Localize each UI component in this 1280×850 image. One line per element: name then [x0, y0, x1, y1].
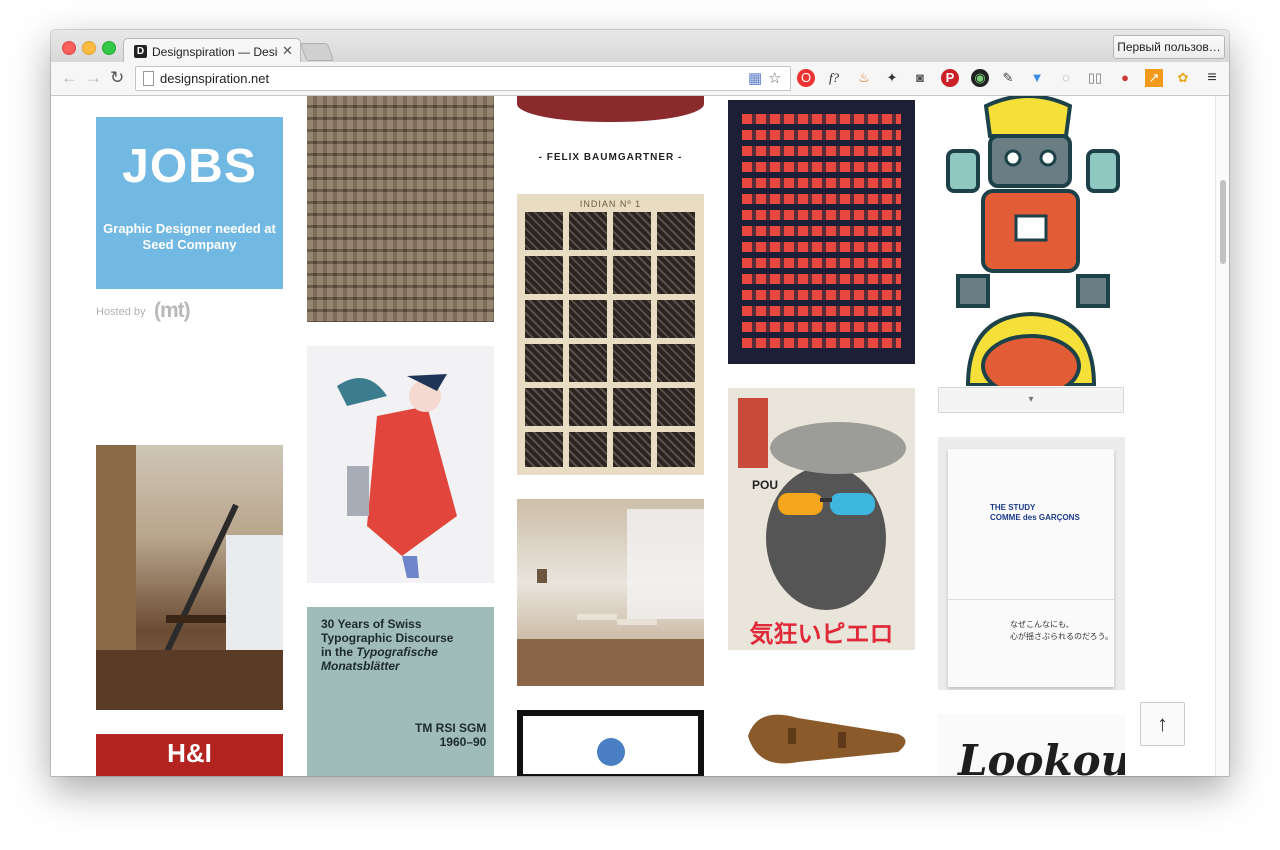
new-tab-button[interactable]	[299, 43, 335, 61]
leather-guitar-case-image[interactable]	[728, 696, 915, 776]
cafe-interior-image[interactable]	[517, 499, 704, 686]
lookout-lettering-image[interactable]: Lookout	[938, 714, 1125, 776]
book-cover: THE STUDY COMME des GARÇONS なぜこんなにも、 心が揺…	[948, 449, 1114, 687]
swiss-book-line3-italic: Typografische	[356, 645, 438, 659]
indian-ornament-plate-image[interactable]: INDIAN Nº 1	[517, 194, 704, 475]
swiss-typography-book-image[interactable]: 30 Years of Swiss Typographic Discourse …	[307, 607, 494, 776]
swiss-book-title: 30 Years of Swiss Typographic Discourse …	[321, 617, 453, 673]
felix-baumgartner-image[interactable]: - FELIX BAUMGARTNER -	[517, 96, 704, 174]
hal-logo-image[interactable]: H&I	[96, 734, 283, 776]
title-bar: D Designspiration — Design ✕ Первый поль…	[51, 30, 1229, 64]
guitar-case-illustration	[748, 714, 906, 764]
robot-illustration-image[interactable]	[938, 96, 1125, 386]
fire-icon[interactable]: ♨	[855, 69, 873, 87]
mediatemple-logo[interactable]: (mt)	[154, 299, 191, 323]
pierrot-jp-title: 気狂いピエロ	[749, 621, 894, 648]
translate-icon[interactable]: ▦	[748, 69, 762, 87]
swiss-book-line4: Monatsblätter	[321, 659, 400, 673]
paper-art-figure-image[interactable]	[307, 346, 494, 583]
reader-icon[interactable]: ▯▯	[1086, 69, 1104, 87]
refresh-circle-icon[interactable]: ◌	[1057, 69, 1075, 87]
swiss-book-line3: in the	[321, 645, 353, 659]
pierrot-le-fou-poster-image[interactable]: POU 気狂いピエロ	[728, 388, 915, 650]
paper-figure-illustration	[337, 374, 457, 578]
paw-icon[interactable]: ✿	[1174, 69, 1192, 87]
profile-button[interactable]: Первый пользов…	[1113, 35, 1225, 59]
forward-button[interactable]: →	[85, 68, 102, 88]
comme-book-line2: COMME des GARÇONS	[990, 513, 1080, 522]
comme-des-garcons-book-image[interactable]: THE STUDY COMME des GARÇONS なぜこんなにも、 心が揺…	[938, 437, 1125, 690]
bookmark-star-icon[interactable]: ☆	[768, 69, 781, 87]
comme-book-jp1: なぜこんなにも、	[1010, 620, 1074, 629]
color-wheel-icon[interactable]: ◉	[971, 69, 989, 87]
jobs-title: JOBS	[122, 140, 257, 193]
red-pattern-poster-image[interactable]	[728, 100, 915, 364]
reload-button[interactable]: ↻	[110, 68, 124, 88]
browser-tab[interactable]: D Designspiration — Design ✕	[123, 38, 301, 64]
page-scrollbar[interactable]	[1215, 96, 1229, 776]
pocket-icon[interactable]: ◙	[911, 69, 929, 87]
baumgartner-red-arc	[517, 96, 704, 122]
pinterest-icon[interactable]: P	[941, 69, 959, 87]
jobs-description-line2: Seed Company	[142, 237, 237, 252]
page-icon	[143, 71, 154, 86]
comme-book-title: THE STUDY COMME des GARÇONS	[990, 503, 1080, 523]
mail-badge-icon[interactable]: ●	[1116, 69, 1134, 87]
staircase-interior-image[interactable]	[96, 445, 283, 710]
staircase-illustration	[96, 445, 283, 710]
swiss-book-meta: TM RSI SGM 1960–90	[415, 721, 486, 749]
city-facades-image[interactable]	[307, 96, 494, 322]
swiss-book-line2: Typographic Discourse	[321, 631, 454, 645]
tab-title: Designspiration — Design	[152, 45, 278, 59]
pattern-cuts	[742, 114, 901, 350]
load-more-button[interactable]: ▾	[938, 387, 1124, 413]
tab-favicon-icon: D	[134, 45, 147, 58]
address-bar[interactable]: designspiration.net ▦ ☆	[135, 66, 791, 91]
cafe-illustration	[517, 509, 704, 686]
facade-windows	[307, 96, 494, 322]
close-window-button[interactable]	[62, 41, 76, 55]
url-text[interactable]: designspiration.net	[160, 71, 269, 86]
browser-toolbar: ← → ↻ designspiration.net ▦ ☆ O f? ♨ ✦ ◙…	[51, 62, 1229, 96]
robot-illustration	[946, 96, 1120, 386]
scroll-to-top-button[interactable]: ↑	[1140, 702, 1185, 746]
swiss-book-meta2: 1960–90	[439, 735, 487, 749]
back-button[interactable]: ←	[61, 68, 78, 88]
book-divider	[948, 599, 1114, 600]
pou-label: POU	[752, 478, 779, 492]
blue-dot	[597, 738, 625, 766]
lookout-text: Lookout	[958, 736, 1125, 776]
hal-logo-text: H&I	[167, 738, 212, 768]
indian-plate-header: INDIAN Nº 1	[579, 199, 642, 209]
minimize-window-button[interactable]	[82, 41, 96, 55]
jobs-card[interactable]: JOBS Graphic Designer needed at Seed Com…	[96, 117, 283, 289]
font-checker-icon[interactable]: f?	[825, 69, 843, 87]
zoom-window-button[interactable]	[102, 41, 116, 55]
baumgartner-caption: - FELIX BAUMGARTNER -	[538, 152, 683, 163]
menu-icon[interactable]: ≡	[1203, 69, 1221, 87]
comme-book-japanese: なぜこんなにも、 心が揺さぶられるのだろう。	[1010, 619, 1113, 643]
eyedropper-icon[interactable]: ✎	[999, 69, 1017, 87]
scrollbar-thumb[interactable]	[1220, 180, 1226, 264]
swiss-book-line1: 30 Years of Swiss	[321, 617, 422, 631]
page-content: JOBS Graphic Designer needed at Seed Com…	[51, 96, 1229, 776]
tab-close-icon[interactable]: ✕	[282, 43, 293, 59]
opera-icon[interactable]: O	[797, 69, 815, 87]
jobs-description-line1: Graphic Designer needed at	[103, 221, 276, 236]
evernote-icon[interactable]: ✦	[883, 69, 901, 87]
ornament-grid	[525, 212, 696, 467]
jobs-description: Graphic Designer needed at Seed Company	[96, 221, 283, 253]
vk-icon[interactable]: ▼	[1028, 69, 1046, 87]
hosted-label: Hosted by	[96, 306, 146, 318]
comme-book-jp2: 心が揺さぶられるのだろう。	[1010, 632, 1114, 641]
blue-dot-poster-image[interactable]	[517, 710, 704, 776]
analytics-icon[interactable]: ↗	[1145, 69, 1163, 87]
comme-book-line1: THE STUDY	[990, 503, 1036, 512]
swiss-book-meta1: TM RSI SGM	[415, 721, 487, 735]
pierrot-poster-illustration	[738, 398, 906, 610]
browser-window: D Designspiration — Design ✕ Первый поль…	[51, 30, 1229, 776]
ornament-texture	[525, 212, 696, 467]
